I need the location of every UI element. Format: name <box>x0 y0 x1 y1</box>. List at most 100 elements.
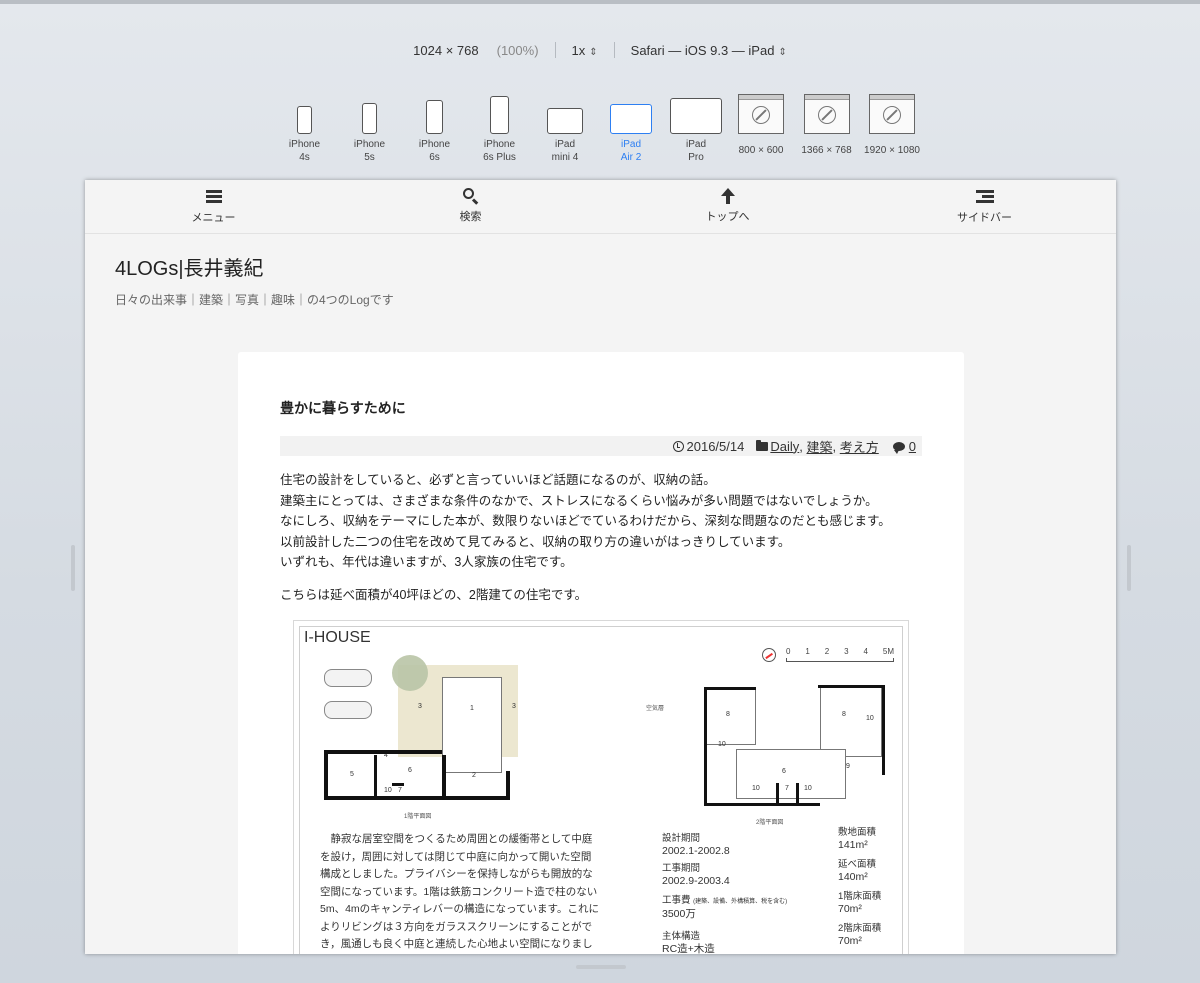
category-link-thinking[interactable]: 考え方 <box>840 437 879 456</box>
plan-description: 静寂な居室空間をつくるため周囲との緩衝帯として中庭を設け，周囲に対しては閉じて中… <box>320 833 599 950</box>
device-label: iPhone <box>288 139 321 150</box>
post-body: 住宅の設計をしていると、必ずと言っていいほど話題になるのが、収納の話。 建築主に… <box>280 470 922 605</box>
spec-value: 3500万 <box>662 908 696 920</box>
post-title: 豊かに暮らすために <box>280 400 406 416</box>
device-1920x1080[interactable]: 1920 × 1080 <box>859 94 925 164</box>
nav-top[interactable]: トップへ <box>599 180 856 233</box>
scale-label: 5M <box>882 647 894 656</box>
ipad-icon <box>547 108 583 134</box>
scale-label: 0 <box>786 647 791 656</box>
safari-window-icon <box>803 94 850 134</box>
post-line: なにしろ、収納をテーマにした本が、数限りないほどでているわけだから、深刻な問題な… <box>280 514 891 528</box>
spec-label: 工事費 <box>662 895 691 906</box>
updown-chevron-icon: ⇕ <box>589 46 598 58</box>
device-presets: iPhone 4s iPhone 5s iPhone 6s iPhone 6s Plus… <box>272 84 925 164</box>
device-label: iPhone <box>483 139 516 150</box>
post-date: 2016/5/14 <box>686 438 745 454</box>
spec-label: 工事期間 <box>662 863 701 874</box>
plan-title: I-HOUSE <box>304 629 371 646</box>
category-separator: , <box>799 438 807 454</box>
spec-label: 延べ面積 <box>838 859 877 870</box>
device-sublabel: 4s <box>299 152 310 163</box>
device-iphone-4s[interactable]: iPhone 4s <box>272 94 337 164</box>
site-header: 4LOGs|長井義紀 日々の出来事｜建築｜写真｜趣味｜の4つのLogです <box>85 234 1116 308</box>
device-iphone-6s-plus[interactable]: iPhone 6s Plus <box>467 94 532 164</box>
spec-value: 140m² <box>838 871 868 883</box>
updown-chevron-icon: ⇕ <box>778 46 787 58</box>
device-sublabel: mini 4 <box>551 152 579 163</box>
zoom-percent: (100%) <box>496 42 539 58</box>
safari-window-icon <box>869 94 915 134</box>
device-label: iPhone <box>418 139 451 150</box>
device-800x600[interactable]: 800 × 600 <box>728 94 794 164</box>
spec-label: 主体構造 <box>662 931 701 942</box>
device-iphone-6s[interactable]: iPhone 6s <box>402 94 467 164</box>
clock-icon <box>672 440 684 452</box>
safari-window-icon <box>738 94 784 134</box>
iphone-icon <box>490 96 509 134</box>
resize-handle-left[interactable] <box>71 545 75 591</box>
device-sublabel: 6s Plus <box>483 152 516 163</box>
post-paragraph: こちらは延べ面積が40坪ほどの、2階建ての住宅です。 <box>280 587 588 602</box>
resize-handle-bottom[interactable] <box>576 965 626 969</box>
floor1-caption: 1階平面図 <box>404 814 432 820</box>
site-title[interactable]: 4LOGs|長井義紀 <box>115 252 1116 281</box>
nav-search-label: 検索 <box>459 211 482 223</box>
post-article: 豊かに暮らすために 2016/5/14 Daily, 建築, 考え方 0 住宅の… <box>238 352 964 954</box>
post-line: 以前設計した二つの住宅を改めて見てみると、収納の取り方の違いがはっきりしています… <box>280 534 791 549</box>
car-icon <box>324 669 372 687</box>
comment-count-link[interactable]: 0 <box>909 439 916 454</box>
north-arrow-icon <box>762 647 776 662</box>
nav-sidebar-label: サイドバー <box>957 212 1012 224</box>
spec-value: 2002.1-2002.8 <box>662 845 730 857</box>
nav-search[interactable]: 検索 <box>342 180 599 233</box>
spec-note: (建築、設備、外構積算、税を含む) <box>693 899 788 905</box>
ipad-icon <box>610 104 652 134</box>
tree-icon <box>392 655 428 691</box>
device-label: 800 × 600 <box>738 145 784 156</box>
browser-value: Safari — iOS 9.3 — iPad <box>630 42 775 58</box>
scale-label: 2 <box>824 647 830 656</box>
floor2-caption: 2階平面図 <box>756 820 784 826</box>
device-label: iPhone <box>353 139 386 150</box>
second-floor-plan: 空気層 8 8 10 10 6 9 10 7 10 2階平面図 <box>646 681 885 826</box>
post-line: いずれも、年代は違いますが、3人家族の住宅です。 <box>280 555 573 569</box>
device-ipad-air-2[interactable]: iPad Air 2 <box>598 94 664 164</box>
category-link-architecture[interactable]: 建築 <box>807 437 833 456</box>
iphone-icon <box>426 100 443 134</box>
comment-icon <box>892 441 905 454</box>
device-label: 1920 × 1080 <box>864 145 920 156</box>
category-separator: , <box>832 438 840 454</box>
scale-value: 1x <box>571 42 586 58</box>
device-ipad-pro[interactable]: iPad Pro <box>664 94 728 164</box>
folder-icon <box>756 439 769 451</box>
post-meta: 2016/5/14 Daily, 建築, 考え方 0 <box>280 436 922 456</box>
sidebar-icon <box>975 190 994 203</box>
device-label: 1366 × 768 <box>801 145 852 156</box>
device-viewport: メニュー 検索 トップへ サイドバー 4LOGs|長井義紀 日々の出来事｜建築｜… <box>85 180 1116 954</box>
device-sublabel: Air 2 <box>620 152 642 163</box>
toolbar-divider <box>554 42 556 58</box>
ipad-icon <box>670 98 722 134</box>
responsive-toolbar: 1024 × 768 (100%) 1x ⇕ Safari — iOS 9.3 —… <box>0 40 1200 60</box>
nav-sidebar[interactable]: サイドバー <box>856 180 1113 233</box>
category-link-daily[interactable]: Daily <box>770 439 799 454</box>
spec-label: 設計期間 <box>662 833 701 844</box>
car-icon <box>324 701 372 719</box>
browser-select[interactable]: Safari — iOS 9.3 — iPad ⇕ <box>631 43 787 58</box>
device-label: iPad <box>554 139 575 150</box>
device-iphone-5s[interactable]: iPhone 5s <box>337 94 402 164</box>
spec-value: RC造+木造 <box>662 943 715 954</box>
nav-menu[interactable]: メニュー <box>85 180 342 233</box>
resize-handle-right[interactable] <box>1127 545 1131 591</box>
post-paragraph: 住宅の設計をしていると、必ずと言っていいほど話題になるのが、収納の話。 建築主に… <box>280 470 922 573</box>
mobile-nav-bar: メニュー 検索 トップへ サイドバー <box>85 180 1116 234</box>
scale-bar: 0 1 2 3 4 5M <box>762 647 894 662</box>
scale-select[interactable]: 1x ⇕ <box>572 43 598 58</box>
device-ipad-mini-4[interactable]: iPad mini 4 <box>532 94 598 164</box>
nav-top-label: トップへ <box>705 211 750 223</box>
toolbar-divider <box>613 42 615 58</box>
spec-value: 2002.9-2003.4 <box>662 875 730 887</box>
device-1366x768[interactable]: 1366 × 768 <box>794 94 859 164</box>
resolution-label: 1024 × 768 <box>413 42 479 58</box>
